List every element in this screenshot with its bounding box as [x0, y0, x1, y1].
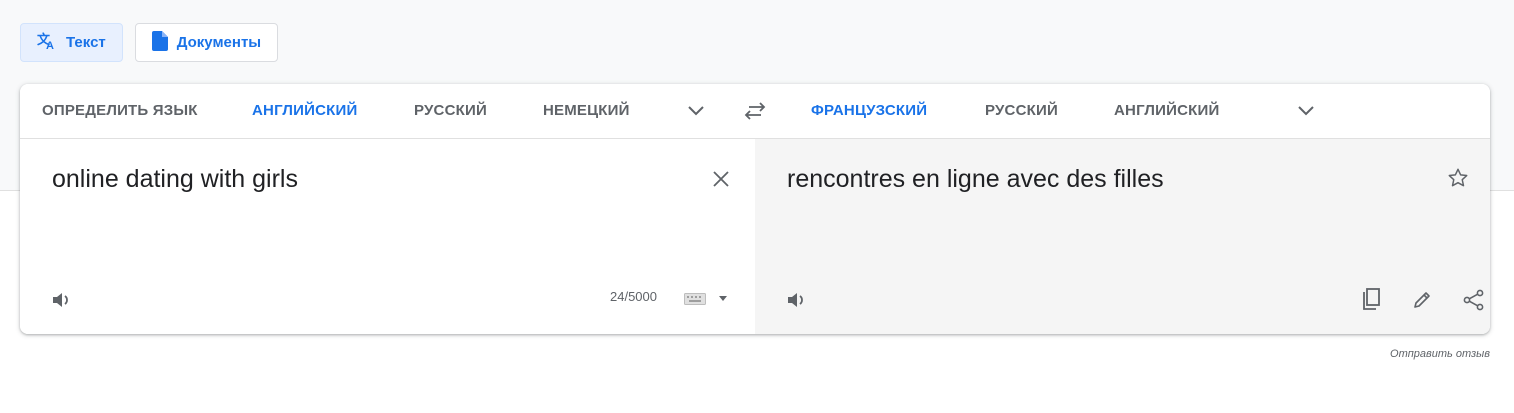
share-icon [1463, 289, 1484, 311]
close-icon [713, 171, 729, 187]
mode-tabs: 文 A Текст Документы [20, 23, 279, 62]
target-pane: rencontres en ligne avec des filles [755, 139, 1490, 334]
tab-source-german[interactable]: НЕМЕЦКИЙ [543, 84, 630, 138]
share-translation-button[interactable] [1461, 287, 1487, 313]
input-tools-button[interactable] [682, 290, 708, 308]
tab-target-english[interactable]: АНГЛИЙСКИЙ [1114, 84, 1219, 138]
tab-detect-language[interactable]: ОПРЕДЕЛИТЬ ЯЗЫК [42, 84, 198, 138]
document-icon [151, 30, 168, 55]
tab-source-english[interactable]: АНГЛИЙСКИЙ [252, 84, 357, 138]
svg-text:A: A [46, 40, 54, 50]
swap-languages-button[interactable] [742, 99, 768, 123]
text-mode-button[interactable]: 文 A Текст [20, 23, 123, 62]
target-listen-button[interactable] [785, 289, 811, 311]
source-language-more-button[interactable] [684, 99, 708, 123]
tab-source-russian[interactable]: РУССКИЙ [414, 84, 487, 138]
chevron-down-icon [688, 106, 704, 116]
copy-translation-button[interactable] [1358, 287, 1384, 313]
copy-icon [1363, 288, 1380, 310]
source-listen-button[interactable] [50, 289, 76, 311]
clear-source-button[interactable] [709, 167, 733, 191]
caret-down-icon [719, 295, 727, 301]
speaker-icon [788, 293, 803, 307]
target-language-more-button[interactable] [1294, 99, 1318, 123]
input-tools-dropdown[interactable] [716, 291, 730, 305]
pencil-icon [1414, 292, 1430, 308]
documents-mode-label: Документы [176, 34, 262, 51]
speaker-icon [53, 293, 68, 307]
character-count: 24/5000 [610, 289, 657, 304]
text-mode-label: Текст [66, 34, 106, 51]
swap-icon [744, 102, 766, 120]
translation-output: rencontres en ligne avec des filles [787, 165, 1164, 193]
language-bar: ОПРЕДЕЛИТЬ ЯЗЫК АНГЛИЙСКИЙ РУССКИЙ НЕМЕЦ… [20, 84, 1490, 139]
keyboard-icon [684, 293, 706, 305]
source-text-input[interactable]: online dating with girls [52, 165, 298, 194]
save-translation-button[interactable] [1445, 165, 1471, 191]
send-feedback-link[interactable]: Отправить отзыв [1390, 348, 1490, 360]
documents-mode-button[interactable]: Документы [134, 23, 279, 62]
chevron-down-icon [1298, 106, 1314, 116]
source-pane: online dating with girls 24/5000 [20, 139, 755, 334]
suggest-edit-button[interactable] [1409, 287, 1435, 313]
star-icon [1448, 168, 1468, 187]
translation-card: ОПРЕДЕЛИТЬ ЯЗЫК АНГЛИЙСКИЙ РУССКИЙ НЕМЕЦ… [20, 84, 1490, 334]
translate-icon: 文 A [37, 32, 57, 54]
tab-target-french[interactable]: ФРАНЦУЗСКИЙ [811, 84, 927, 138]
tab-target-russian[interactable]: РУССКИЙ [985, 84, 1058, 138]
